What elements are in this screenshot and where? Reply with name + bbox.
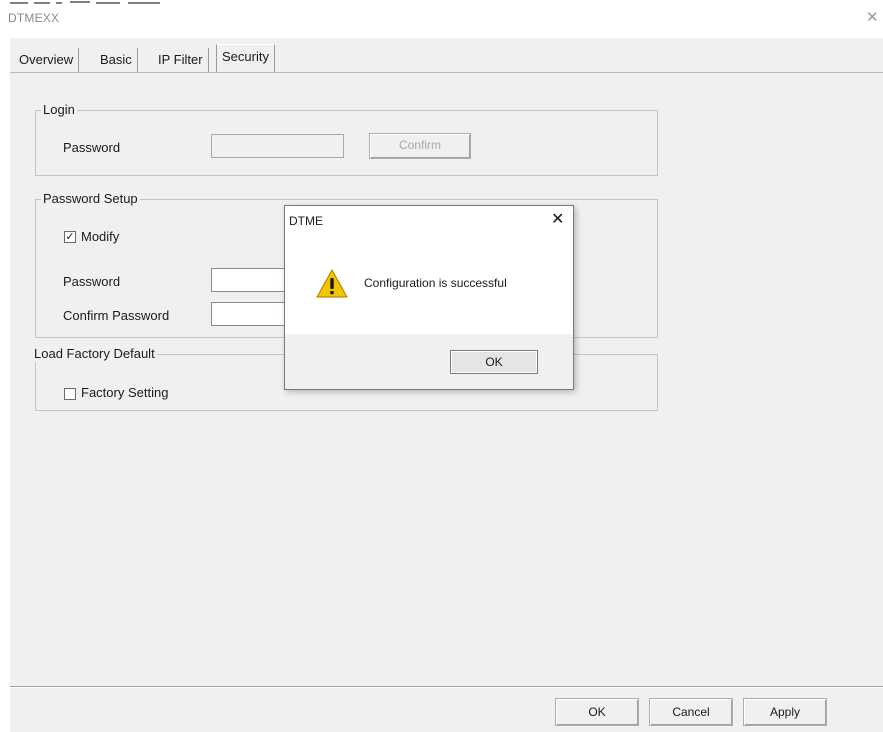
footer-separator-highlight [10, 687, 883, 688]
ok-button[interactable]: OK [555, 698, 639, 726]
factory-default-legend: Load Factory Default [32, 346, 157, 362]
login-password-label: Password [63, 140, 121, 155]
tab-label: Basic [100, 52, 132, 67]
message-dialog-title: DTME [289, 214, 323, 228]
login-password-input[interactable] [211, 134, 344, 158]
warning-icon [316, 269, 348, 298]
new-password-label: Password [63, 274, 121, 289]
apply-button[interactable]: Apply [743, 698, 827, 726]
tab-label: IP Filter [158, 52, 203, 67]
close-icon[interactable]: ✕ [551, 212, 564, 228]
login-group [35, 110, 658, 176]
confirm-button[interactable]: Confirm [369, 133, 471, 159]
title-bar-scribble [10, 1, 160, 4]
checkmark-icon: ✓ [65, 231, 75, 243]
factory-setting-checkbox[interactable] [64, 388, 76, 400]
factory-setting-label: Factory Setting [81, 385, 169, 400]
cancel-button[interactable]: Cancel [649, 698, 733, 726]
message-ok-button[interactable]: OK [450, 350, 538, 374]
tab-label: Overview [19, 52, 74, 67]
message-dialog: DTME ✕ Configuration is successful OK [284, 205, 574, 390]
confirm-password-input[interactable] [211, 302, 291, 326]
window-title: DTMEXX [8, 11, 60, 25]
tab-ip-filter[interactable]: IP Filter [153, 48, 209, 72]
window-left-edge [0, 38, 10, 732]
tab-basic[interactable]: Basic [95, 48, 138, 72]
tab-overview[interactable]: Overview [14, 48, 80, 72]
modify-label: Modify [81, 229, 120, 244]
message-text: Configuration is successful [364, 276, 507, 290]
close-icon[interactable]: ✕ [866, 10, 879, 25]
window-titlebar [0, 0, 883, 38]
tab-security[interactable]: Security [216, 44, 275, 72]
new-password-input[interactable] [211, 268, 291, 292]
confirm-password-label: Confirm Password [63, 308, 170, 323]
login-legend: Login [41, 102, 77, 118]
tab-label: Security [222, 49, 269, 64]
password-setup-legend: Password Setup [41, 191, 140, 207]
modify-checkbox[interactable]: ✓ [64, 231, 76, 243]
